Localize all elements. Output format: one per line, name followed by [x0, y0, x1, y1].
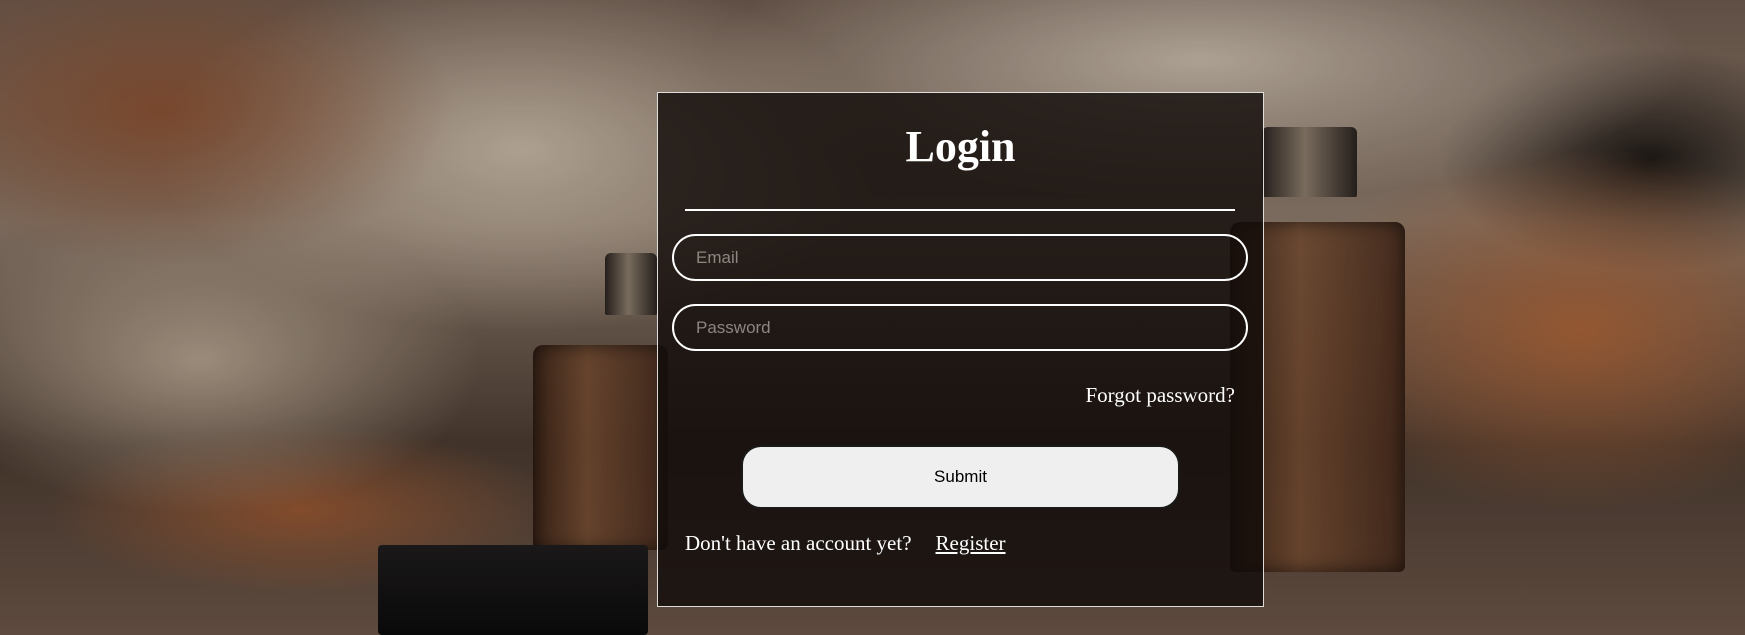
no-account-text: Don't have an account yet? — [685, 531, 912, 555]
register-prompt: Don't have an account yet? Register — [685, 531, 1006, 556]
submit-button[interactable]: Submit — [741, 445, 1180, 509]
title-divider — [685, 209, 1235, 211]
email-input[interactable] — [672, 234, 1248, 281]
password-input[interactable] — [672, 304, 1248, 351]
login-title: Login — [905, 122, 1016, 171]
forgot-password-link[interactable]: Forgot password? — [1085, 383, 1235, 408]
login-card: Login Forgot password? Submit Don't have… — [657, 92, 1264, 607]
register-link[interactable]: Register — [936, 531, 1006, 555]
